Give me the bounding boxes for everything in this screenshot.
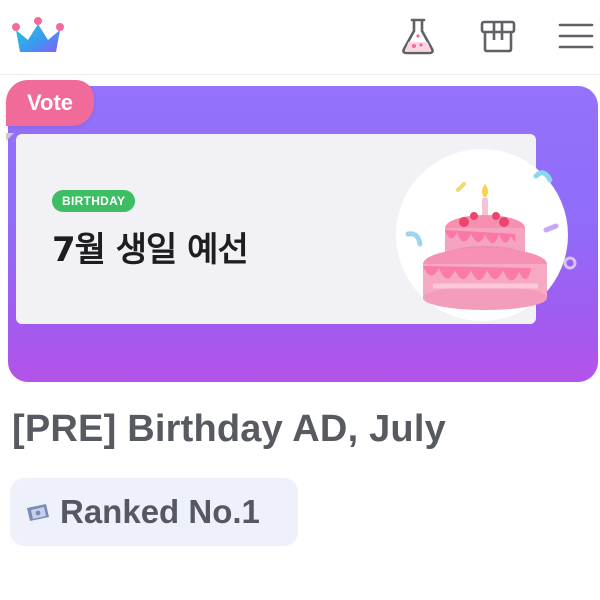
menu-button[interactable] bbox=[554, 14, 598, 58]
store-icon bbox=[478, 16, 518, 56]
crown-icon[interactable] bbox=[10, 16, 66, 56]
ranked-chip: Ranked No.1 bbox=[10, 478, 298, 546]
flask-icon bbox=[399, 16, 437, 56]
birthday-cake-icon bbox=[378, 146, 588, 326]
event-title: [PRE] Birthday AD, July bbox=[12, 408, 446, 450]
lab-button[interactable] bbox=[396, 14, 440, 58]
app-screen: Vote BIRTHDAY 7월 생일 예선 [PRE] Birthday AD… bbox=[0, 0, 600, 600]
vote-tag: Vote bbox=[6, 80, 94, 126]
event-banner[interactable]: BIRTHDAY 7월 생일 예선 bbox=[8, 86, 598, 382]
menu-icon bbox=[557, 19, 595, 53]
top-bar bbox=[0, 0, 600, 75]
ranked-label: Ranked No.1 bbox=[60, 493, 260, 530]
vote-tag-fold bbox=[6, 126, 14, 141]
ticket-icon bbox=[24, 501, 52, 523]
birthday-badge: BIRTHDAY bbox=[52, 190, 136, 212]
banner-title: 7월 생일 예선 bbox=[52, 230, 249, 270]
store-button[interactable] bbox=[476, 14, 520, 58]
